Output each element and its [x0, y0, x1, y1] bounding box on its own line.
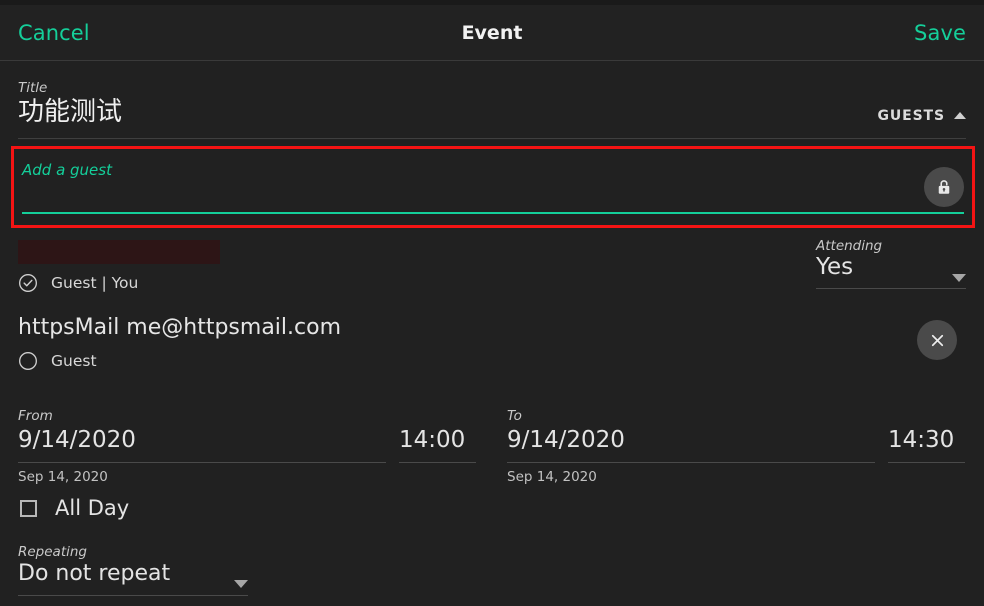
from-fields: 9/14/2020 14:00	[18, 426, 476, 463]
guest-role-row[interactable]: Guest	[18, 351, 966, 371]
from-date-input[interactable]: 9/14/2020	[18, 426, 386, 463]
attending-field-block: Attending Yes	[816, 238, 966, 289]
from-time-underline	[399, 461, 476, 463]
datetime-zone: From 9/14/2020 14:00 Sep 14, 2020 To 9/1…	[18, 408, 966, 485]
from-time-value: 14:00	[399, 427, 466, 454]
lock-icon	[938, 180, 950, 194]
remove-guest-button[interactable]	[917, 320, 957, 360]
to-field-block: To 9/14/2020 14:30 Sep 14, 2020	[507, 408, 965, 485]
to-time-input[interactable]: 14:30	[888, 426, 965, 463]
repeating-field-block: Repeating Do not repeat	[18, 544, 248, 596]
title-field-underline	[18, 137, 966, 139]
caret-down-icon	[952, 273, 966, 282]
guest-name-redacted	[18, 240, 220, 264]
to-time-underline	[888, 461, 965, 463]
title-input[interactable]: 功能测试	[18, 96, 122, 131]
check-circle-icon[interactable]	[18, 273, 38, 293]
attending-value: Yes	[816, 254, 854, 281]
from-date-value: 9/14/2020	[18, 427, 136, 454]
attending-label: Attending	[816, 238, 883, 254]
to-date-value: 9/14/2020	[507, 427, 625, 454]
attending-underline	[816, 287, 966, 289]
guests-toggle-label: GUESTS	[877, 107, 945, 124]
guest-role-label: Guest	[51, 351, 97, 370]
from-date-hint: Sep 14, 2020	[18, 468, 108, 485]
add-guest-input[interactable]: Add a guest	[22, 161, 960, 179]
guest-email-label: httpsMail me@httpsmail.com	[18, 315, 342, 340]
page-title: Event	[461, 21, 523, 44]
all-day-checkbox[interactable]	[20, 499, 37, 517]
repeating-underline	[18, 594, 248, 596]
to-label: To	[507, 408, 522, 424]
to-time-value: 14:30	[888, 427, 955, 454]
app-header: Cancel Event Save	[0, 5, 984, 61]
privacy-lock-button[interactable]	[924, 167, 964, 207]
guest-list-item-2: httpsMail me@httpsmail.com Guest	[18, 314, 966, 371]
add-guest-highlight-box: Add a guest	[11, 146, 975, 228]
all-day-toggle[interactable]: All Day	[20, 496, 129, 520]
to-date-hint: Sep 14, 2020	[507, 468, 597, 485]
caret-up-icon	[954, 112, 966, 120]
from-field-block: From 9/14/2020 14:00 Sep 14, 2020	[18, 408, 476, 485]
close-icon	[931, 334, 943, 346]
repeating-dropdown[interactable]: Do not repeat	[18, 560, 248, 588]
repeating-value: Do not repeat	[18, 561, 171, 587]
save-button[interactable]: Save	[914, 21, 966, 45]
to-date-input[interactable]: 9/14/2020	[507, 426, 875, 463]
to-fields: 9/14/2020 14:30	[507, 426, 965, 463]
empty-circle-icon[interactable]	[18, 351, 38, 371]
guest-role-label: Guest | You	[51, 274, 139, 292]
title-field-block: Title 功能测试 GUESTS	[18, 80, 966, 139]
from-label: From	[18, 408, 53, 424]
repeating-label: Repeating	[18, 544, 88, 560]
to-date-underline	[507, 461, 875, 463]
title-row: 功能测试 GUESTS	[18, 96, 966, 131]
guests-section-toggle[interactable]: GUESTS	[877, 108, 966, 131]
add-guest-underline	[22, 212, 964, 214]
attending-dropdown[interactable]: Yes	[816, 254, 966, 282]
caret-down-icon	[234, 579, 248, 588]
add-guest-field[interactable]: Add a guest	[14, 149, 972, 225]
from-time-input[interactable]: 14:00	[399, 426, 476, 463]
title-field-label: Title	[18, 80, 48, 96]
cancel-button[interactable]: Cancel	[18, 21, 90, 45]
from-date-underline	[18, 461, 386, 463]
all-day-label: All Day	[55, 496, 130, 520]
